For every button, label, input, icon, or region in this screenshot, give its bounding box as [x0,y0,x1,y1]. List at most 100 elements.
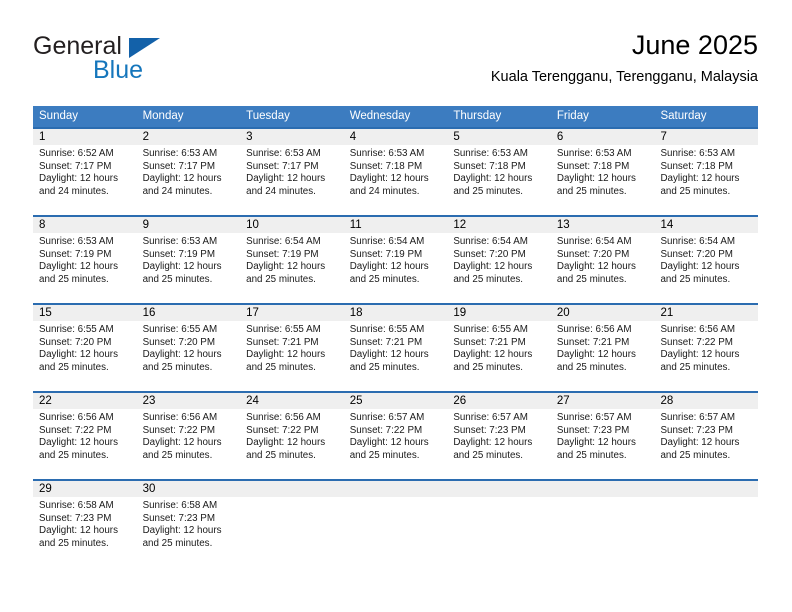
day-cell[interactable]: Sunrise: 6:56 AM Sunset: 7:22 PM Dayligh… [240,409,344,479]
day-number[interactable]: 23 [137,393,241,409]
daylight-text-1: Daylight: 12 hours [453,349,533,361]
day-number[interactable]: 13 [551,217,655,233]
week-body: Sunrise: 6:53 AM Sunset: 7:19 PM Dayligh… [33,233,758,303]
day-cell[interactable]: Sunrise: 6:57 AM Sunset: 7:23 PM Dayligh… [447,409,551,479]
sunrise-text: Sunrise: 6:57 AM [660,412,736,423]
daylight-text-2: and 25 minutes. [556,273,627,285]
day-cell[interactable]: Sunrise: 6:56 AM Sunset: 7:22 PM Dayligh… [137,409,241,479]
general-blue-logo[interactable]: General Blue [33,32,243,90]
daylight-text-1: Daylight: 12 hours [660,437,740,449]
day-number[interactable]: 28 [654,393,758,409]
day-number[interactable]: 19 [447,305,551,321]
day-cell[interactable]: Sunrise: 6:55 AM Sunset: 7:21 PM Dayligh… [447,321,551,391]
day-cell[interactable]: Sunrise: 6:55 AM Sunset: 7:20 PM Dayligh… [33,321,137,391]
day-cell[interactable]: Sunrise: 6:54 AM Sunset: 7:19 PM Dayligh… [240,233,344,303]
daylight-text-1: Daylight: 12 hours [39,349,118,361]
day-cell[interactable]: Sunrise: 6:53 AM Sunset: 7:19 PM Dayligh… [33,233,137,303]
daylight-text-2: and 25 minutes. [660,185,731,197]
day-cell[interactable]: Sunrise: 6:54 AM Sunset: 7:20 PM Dayligh… [551,233,655,303]
day-number[interactable]: 8 [33,217,137,233]
day-cell[interactable]: Sunrise: 6:57 AM Sunset: 7:22 PM Dayligh… [344,409,448,479]
day-number[interactable]: 10 [240,217,344,233]
calendar-page: General Blue June 2025 Kuala Terengganu,… [0,0,792,612]
day-number[interactable]: 29 [33,481,137,497]
title-block: June 2025 Kuala Terengganu, Terengganu, … [491,28,758,86]
day-cell[interactable]: Sunrise: 6:53 AM Sunset: 7:18 PM Dayligh… [654,145,758,215]
day-number[interactable]: 6 [551,129,655,145]
day-cell[interactable]: Sunrise: 6:56 AM Sunset: 7:21 PM Dayligh… [551,321,655,391]
sunrise-text: Sunrise: 6:53 AM [142,236,218,247]
day-cell[interactable]: Sunrise: 6:55 AM Sunset: 7:21 PM Dayligh… [344,321,448,391]
day-cell[interactable]: Sunrise: 6:57 AM Sunset: 7:23 PM Dayligh… [551,409,655,479]
day-cell[interactable]: Sunrise: 6:54 AM Sunset: 7:19 PM Dayligh… [344,233,448,303]
day-number[interactable]: 25 [344,393,448,409]
day-cell[interactable]: Sunrise: 6:58 AM Sunset: 7:23 PM Dayligh… [137,497,241,567]
day-cell[interactable]: Sunrise: 6:53 AM Sunset: 7:18 PM Dayligh… [551,145,655,215]
day-number[interactable]: 21 [654,305,758,321]
sunset-text: Sunset: 7:22 PM [246,424,319,436]
day-number[interactable]: 4 [344,129,448,145]
day-cell[interactable]: Sunrise: 6:55 AM Sunset: 7:21 PM Dayligh… [240,321,344,391]
day-number[interactable]: 1 [33,129,137,145]
day-number[interactable]: 11 [344,217,448,233]
weekday-header-friday: Friday [556,110,589,122]
day-cell[interactable]: Sunrise: 6:53 AM Sunset: 7:19 PM Dayligh… [137,233,241,303]
daylight-text-1: Daylight: 12 hours [349,173,429,185]
calendar-grid: Sunday Monday Tuesday Wednesday Thursday… [33,106,758,567]
day-cell[interactable]: Sunrise: 6:58 AM Sunset: 7:23 PM Dayligh… [33,497,137,567]
day-number[interactable]: 3 [240,129,344,145]
page-header: General Blue June 2025 Kuala Terengganu,… [33,28,758,94]
day-number[interactable]: 9 [137,217,241,233]
day-cell[interactable]: Sunrise: 6:56 AM Sunset: 7:22 PM Dayligh… [33,409,137,479]
day-cell[interactable]: Sunrise: 6:55 AM Sunset: 7:20 PM Dayligh… [137,321,241,391]
sunset-text: Sunset: 7:17 PM [39,160,112,172]
day-cell[interactable]: Sunrise: 6:53 AM Sunset: 7:17 PM Dayligh… [137,145,241,215]
day-number[interactable]: 2 [137,129,241,145]
sunrise-text: Sunrise: 6:52 AM [39,148,114,159]
daylight-text-2: and 25 minutes. [556,361,627,373]
sunset-text: Sunset: 7:18 PM [453,160,526,172]
day-cell[interactable]: Sunrise: 6:56 AM Sunset: 7:22 PM Dayligh… [654,321,758,391]
sunset-text: Sunset: 7:19 PM [39,248,112,260]
sunrise-text: Sunrise: 6:54 AM [246,236,321,247]
week-body: Sunrise: 6:56 AM Sunset: 7:22 PM Dayligh… [33,409,758,479]
logo-text-blue: Blue [93,56,144,84]
sunset-text: Sunset: 7:18 PM [349,160,423,172]
daylight-text-1: Daylight: 12 hours [556,261,636,273]
day-number[interactable]: 24 [240,393,344,409]
day-number[interactable]: 20 [551,305,655,321]
daylight-text-2: and 25 minutes. [660,273,731,285]
day-cell[interactable]: Sunrise: 6:53 AM Sunset: 7:18 PM Dayligh… [447,145,551,215]
sunrise-text: Sunrise: 6:57 AM [556,412,632,423]
sunset-text: Sunset: 7:21 PM [453,336,526,348]
daylight-text-1: Daylight: 12 hours [453,173,533,185]
week-row: 15 16 17 18 19 20 21 Sunrise: 6:55 AM Su… [33,303,758,391]
day-number[interactable]: 18 [344,305,448,321]
day-cell[interactable]: Sunrise: 6:52 AM Sunset: 7:17 PM Dayligh… [33,145,137,215]
day-number[interactable]: 14 [654,217,758,233]
day-number[interactable]: 22 [33,393,137,409]
sunrise-text: Sunrise: 6:55 AM [349,324,425,335]
day-cell[interactable]: Sunrise: 6:54 AM Sunset: 7:20 PM Dayligh… [654,233,758,303]
day-number[interactable]: 30 [137,481,241,497]
sunset-text: Sunset: 7:22 PM [142,424,216,436]
sunrise-text: Sunrise: 6:53 AM [246,148,321,159]
day-cell[interactable]: Sunrise: 6:57 AM Sunset: 7:23 PM Dayligh… [654,409,758,479]
day-cell[interactable]: Sunrise: 6:53 AM Sunset: 7:18 PM Dayligh… [344,145,448,215]
day-number[interactable]: 17 [240,305,344,321]
daylight-text-1: Daylight: 12 hours [142,525,222,537]
day-number[interactable]: 5 [447,129,551,145]
daylight-text-2: and 24 minutes. [349,185,420,197]
daylight-text-1: Daylight: 12 hours [142,261,222,273]
day-number[interactable]: 26 [447,393,551,409]
day-number[interactable]: 15 [33,305,137,321]
sunset-text: Sunset: 7:20 PM [660,248,733,260]
day-cell[interactable]: Sunrise: 6:53 AM Sunset: 7:17 PM Dayligh… [240,145,344,215]
day-number[interactable]: 12 [447,217,551,233]
day-cell[interactable]: Sunrise: 6:54 AM Sunset: 7:20 PM Dayligh… [447,233,551,303]
week-row: 1 2 3 4 5 6 7 Sunrise: 6:52 AM Sunset: 7… [33,127,758,215]
day-number[interactable]: 27 [551,393,655,409]
sunrise-text: Sunrise: 6:54 AM [349,236,425,247]
day-number[interactable]: 7 [654,129,758,145]
day-number[interactable]: 16 [137,305,241,321]
